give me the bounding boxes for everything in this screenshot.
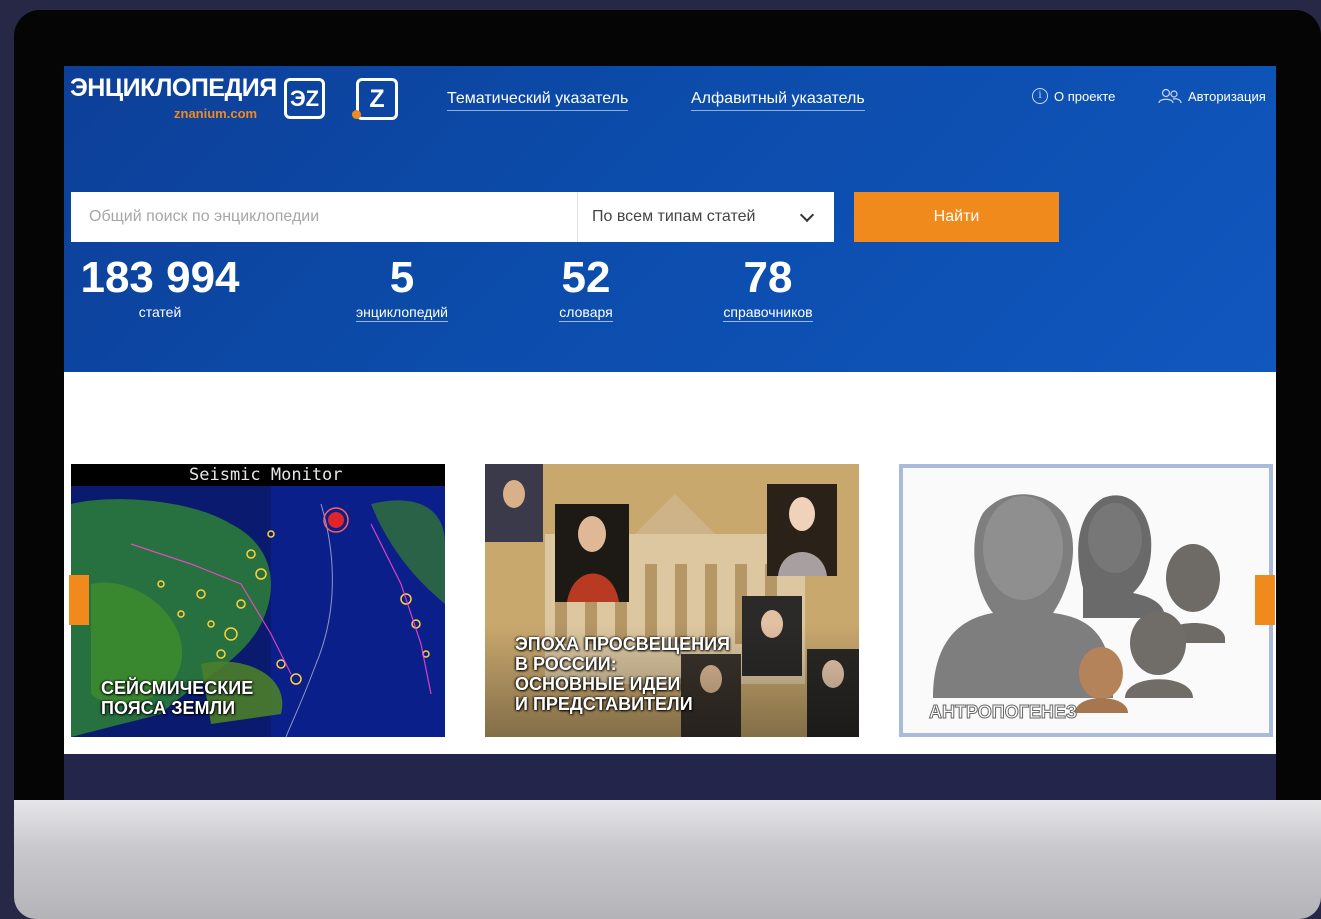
stat-number: 78 — [743, 253, 793, 302]
card-seismic-belts[interactable]: Seismic Monitor СЕЙСМИЧЕСКИЕ ПОЯСА ЗЕМЛИ — [71, 464, 445, 737]
about-link[interactable]: i О проекте — [1032, 88, 1115, 104]
caption-line: В РОССИИ: — [515, 654, 617, 674]
stat-number: 183 994 — [80, 253, 240, 302]
nav-thematic-index[interactable]: Тематический указатель — [447, 90, 629, 111]
stat-dictionaries[interactable]: 52 словаря — [526, 252, 646, 322]
carousel-prev-button[interactable] — [69, 575, 89, 625]
znanium-z-logo[interactable]: Z — [352, 78, 398, 120]
stat-label-link[interactable]: справочников — [723, 304, 813, 322]
carousel-next-button[interactable] — [1255, 575, 1275, 625]
login-label: Авторизация — [1188, 88, 1266, 104]
login-link[interactable]: Авторизация — [1158, 88, 1266, 104]
seismic-monitor-label: Seismic Monitor — [189, 465, 343, 485]
search-input[interactable] — [71, 192, 577, 242]
anthropogenesis-busts-image — [903, 468, 1269, 733]
users-icon — [1158, 88, 1182, 104]
stat-label-link[interactable]: энциклопедий — [356, 304, 448, 322]
stat-label-link[interactable]: словаря — [559, 304, 613, 322]
browser-screen: ЭНЦИКЛОПЕДИЯ znanium.com ЭZ Z Тематическ… — [64, 66, 1276, 800]
search-button[interactable]: Найти — [854, 192, 1059, 242]
card-anthropogenesis[interactable]: АНТРОПОГЕНЕЗ — [899, 464, 1273, 737]
article-type-select[interactable]: По всем типам статей — [577, 192, 834, 242]
info-icon: i — [1032, 88, 1048, 104]
logo-subtext: znanium.com — [174, 106, 258, 121]
stat-number: 52 — [561, 253, 611, 302]
logo-badge-ez-text: ЭZ — [289, 86, 320, 111]
logo-text: ЭНЦИКЛОПЕДИЯ — [70, 74, 277, 102]
hero-banner: ЭНЦИКЛОПЕДИЯ znanium.com ЭZ Z Тематическ… — [64, 66, 1276, 372]
card-enlightenment-russia[interactable]: ЭПОХА ПРОСВЕЩЕНИЯ В РОССИИ: ОСНОВНЫЕ ИДЕ… — [485, 464, 859, 737]
nav-alphabetical-index[interactable]: Алфавитный указатель — [691, 90, 865, 111]
stat-label: статей — [138, 304, 182, 320]
caption-line: ОСНОВНЫЕ ИДЕИ — [515, 674, 681, 694]
logo-dot — [352, 110, 361, 119]
caption-line: ЭПОХА ПРОСВЕЩЕНИЯ — [515, 634, 730, 654]
about-label: О проекте — [1054, 88, 1116, 104]
stat-articles: 183 994 статей — [70, 252, 250, 322]
caption-line: И ПРЕДСТАВИТЕЛИ — [515, 694, 693, 714]
laptop-base — [14, 800, 1321, 919]
stat-reference-books[interactable]: 78 справочников — [708, 252, 828, 322]
caption-line: ПОЯСА ЗЕМЛИ — [101, 698, 236, 718]
stat-encyclopedias[interactable]: 5 энциклопедий — [342, 252, 462, 322]
card-caption: ЭПОХА ПРОСВЕЩЕНИЯ В РОССИИ: ОСНОВНЫЕ ИДЕ… — [515, 634, 730, 714]
article-type-value: По всем типам статей — [592, 208, 756, 225]
stat-number: 5 — [389, 253, 415, 302]
card-caption: АНТРОПОГЕНЕЗ — [928, 702, 1078, 723]
logo-badge-ez: ЭZ — [284, 78, 325, 119]
logo-badge-z-text: Z — [369, 85, 385, 113]
card-caption: СЕЙСМИЧЕСКИЕ ПОЯСА ЗЕМЛИ — [101, 678, 253, 718]
caption-line: СЕЙСМИЧЕСКИЕ — [101, 678, 254, 698]
chevron-down-icon — [799, 207, 815, 223]
